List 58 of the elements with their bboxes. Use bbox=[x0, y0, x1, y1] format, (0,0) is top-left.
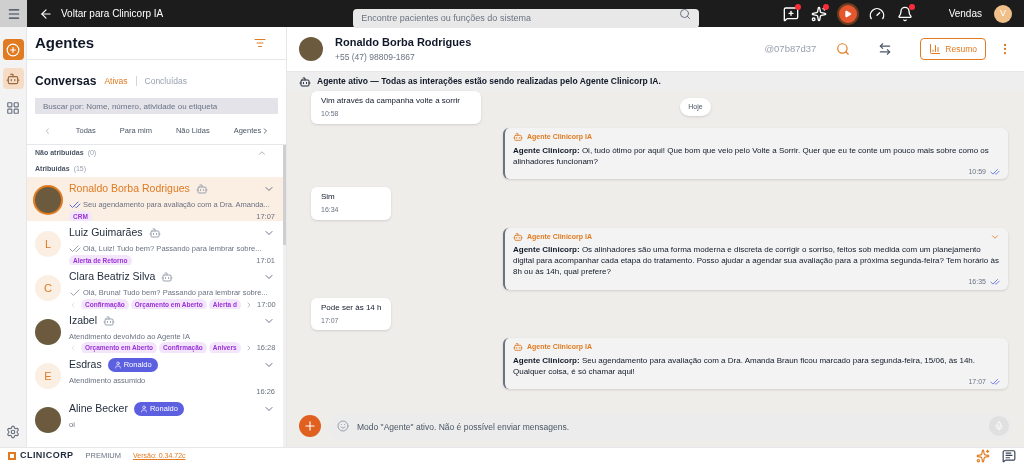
person-icon bbox=[139, 404, 148, 413]
robot-icon bbox=[513, 231, 523, 242]
chevron-right-icon[interactable] bbox=[261, 126, 270, 136]
new-button[interactable] bbox=[2, 39, 24, 60]
contact-name: Ronaldo Borba Rodrigues bbox=[335, 35, 472, 51]
robot-icon bbox=[6, 71, 20, 86]
chat-sparkle-icon[interactable] bbox=[782, 5, 799, 22]
microphone-icon bbox=[994, 421, 1004, 431]
rail-button[interactable] bbox=[2, 68, 24, 89]
avatar-letter: E bbox=[35, 363, 61, 389]
robot-icon bbox=[513, 132, 523, 143]
plus-circle-icon bbox=[6, 42, 20, 57]
contact-name: Izabel bbox=[69, 313, 98, 328]
filter-icon[interactable] bbox=[254, 37, 266, 49]
avatar-letter: L bbox=[35, 231, 61, 257]
play-icon bbox=[843, 9, 852, 18]
contact-name: Esdras bbox=[69, 357, 102, 372]
contact-name: Luiz Guimarães bbox=[69, 225, 143, 240]
contact-photo-placeholder bbox=[299, 37, 323, 61]
contact-name: Aline Becker bbox=[69, 401, 128, 416]
settings-icon[interactable] bbox=[6, 425, 20, 439]
banner-text: Agente ativo — Todas as interações estão sendo realizadas pelo Agente Clinicorp IA. bbox=[317, 75, 661, 88]
add-button[interactable] bbox=[299, 415, 321, 437]
plus-icon bbox=[303, 419, 317, 433]
bar-chart-icon bbox=[929, 43, 942, 55]
transfer-icon[interactable] bbox=[878, 42, 893, 56]
search-icon[interactable] bbox=[836, 42, 851, 56]
contact-name: Clara Beatriz Silva bbox=[69, 269, 156, 284]
double-check-icon bbox=[990, 376, 1000, 387]
contact-name: Ronaldo Borba Rodrigues bbox=[69, 181, 190, 196]
message-text: Agente Clinicorp: Os alinhadores são uma forma moderna e discreta de corrigir o sorriso, feitos sob medida com um planejamento digital para acompanhar cada etapa do tratamento. Posso ajudar a agendar sua avaliação para a próxima segunda-feira? Tem horário às 8h ou às 14h, qual prefere? bbox=[513, 244, 1000, 277]
chat-icon[interactable] bbox=[1002, 449, 1016, 463]
robot-icon bbox=[513, 342, 523, 353]
message-text: Agente Clinicorp: Oi, tudo ótimo por aqui! Que bom que veio pelo Volte a Sorrir. Quer que eu te conte um pouco mais sobre como os alinhadores funcionam? bbox=[513, 144, 990, 167]
back-button[interactable]: Voltar para Clinicorp IA bbox=[39, 6, 164, 21]
contact-handle: @07b87d37 bbox=[764, 41, 817, 56]
brand-logo: CLINICORP bbox=[8, 449, 74, 463]
menu-icon bbox=[6, 6, 21, 21]
message-text: Agente Clinicorp: Seu agendamento para avaliação com a Dra. Amanda Braun ficou marcado para segunda-feira, 15/06, às 14h. Qualquer coisa, é só chamar aqui! bbox=[513, 354, 977, 377]
chevron-left-icon[interactable] bbox=[43, 126, 52, 136]
double-check-icon bbox=[990, 166, 1000, 177]
person-icon bbox=[113, 360, 122, 369]
section-title: Conversas bbox=[35, 73, 97, 90]
bell-icon[interactable] bbox=[896, 5, 913, 22]
contact-phone: +55 (47) 98809-1867 bbox=[335, 50, 416, 64]
panel-title: Agentes bbox=[35, 32, 95, 53]
search-icon bbox=[679, 7, 692, 20]
record-button[interactable] bbox=[838, 4, 857, 23]
double-check-icon bbox=[990, 277, 1000, 288]
emoji-icon[interactable] bbox=[337, 420, 349, 432]
avatar-letter: C bbox=[35, 275, 61, 301]
user-name[interactable]: Vendas bbox=[948, 6, 982, 21]
chevron-up-icon[interactable] bbox=[257, 148, 267, 158]
grid-icon bbox=[6, 100, 20, 115]
gauge-icon[interactable] bbox=[868, 5, 885, 22]
robot-icon bbox=[299, 75, 311, 88]
scrollbar[interactable] bbox=[283, 145, 286, 447]
menu-button[interactable] bbox=[0, 0, 27, 27]
